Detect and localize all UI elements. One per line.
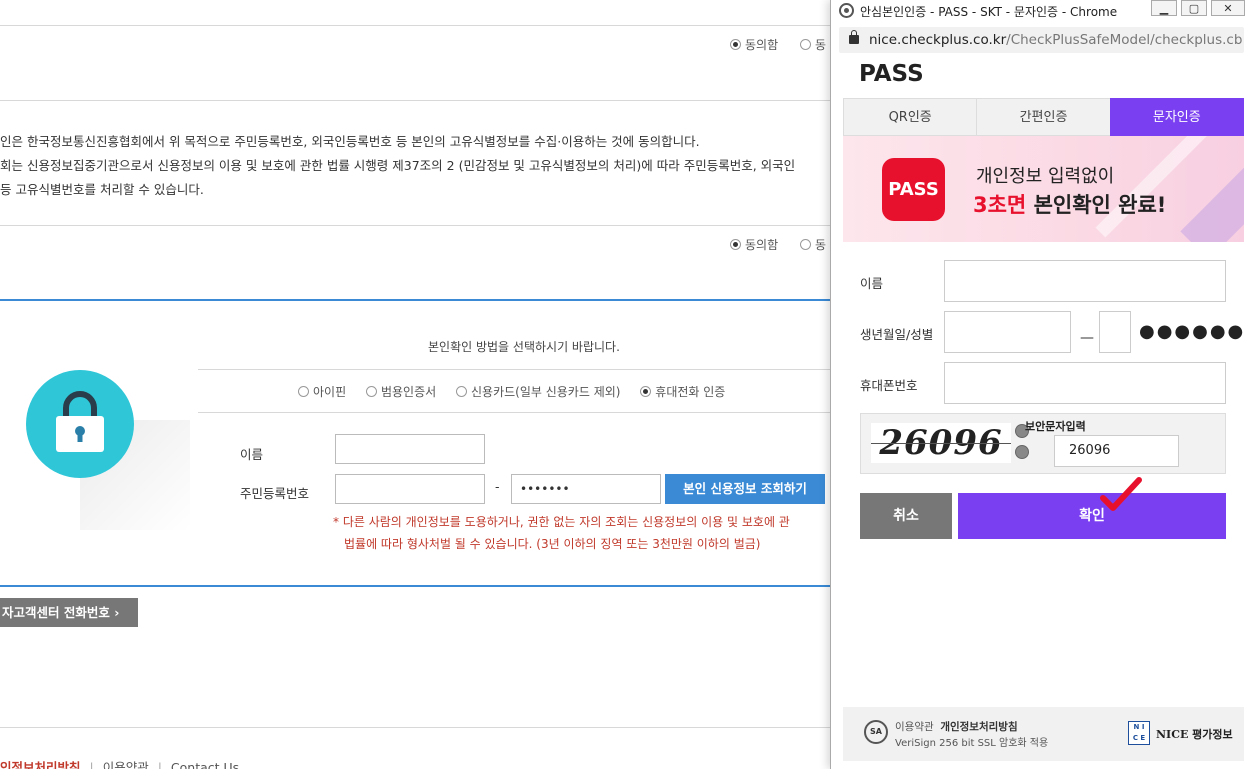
captcha-image: 26096 (871, 423, 1011, 463)
radio-icon (730, 39, 741, 50)
rrn-dash: - (495, 479, 500, 494)
divider (0, 100, 840, 101)
radio-icon (640, 386, 652, 397)
radio-icon (730, 239, 741, 250)
lock-icon (26, 370, 134, 478)
auth-tabs: QR인증 간편인증 문자인증 (843, 98, 1244, 136)
pass-logo: PASS (859, 61, 924, 87)
footer-privacy-link[interactable]: 인정보처리방침 (0, 760, 81, 769)
radio-icon (365, 386, 377, 397)
consent-text: 인은 한국정보통신진흥협회에서 위 목적으로 주민등록번호, 외국인등록번호 등… (0, 134, 796, 197)
footer-contact-link[interactable]: Contact Us (171, 760, 239, 769)
radio-icon (455, 386, 467, 397)
tab-simple[interactable]: 간편인증 (976, 98, 1110, 136)
agree-radio-1[interactable]: 동의함 동 (730, 36, 826, 53)
tab-sms[interactable]: 문자인증 (1109, 98, 1244, 136)
title-bar: 안심본인인증 - PASS - SKT - 문자인증 - Chrome ▁ ▢ … (831, 0, 1247, 22)
name-input[interactable] (335, 434, 485, 464)
radio-icon[interactable] (799, 39, 811, 50)
rrn-label: 주민등록번호 (240, 486, 310, 501)
birth-dash: — (1080, 330, 1094, 346)
footer-terms-link[interactable]: 이용약관 (103, 760, 149, 769)
minimize-button[interactable]: ▁ (1151, 0, 1177, 16)
popup-name-input[interactable] (944, 260, 1226, 302)
tab-qr[interactable]: QR인증 (843, 98, 977, 136)
close-button[interactable]: ✕ (1211, 0, 1245, 16)
captcha-input[interactable]: 26096 (1054, 435, 1179, 467)
nice-logo-icon: N IC E (1128, 721, 1150, 745)
method-options: 아이핀 범용인증서 신용카드(일부 신용카드 제외) 휴대전화 인증 (298, 383, 741, 400)
divider (0, 727, 840, 728)
ssl-note: VeriSign 256 bit SSL 암호화 적용 (895, 738, 1049, 749)
terms-link[interactable]: 이용약관 (895, 721, 934, 733)
divider (0, 25, 840, 26)
rrn-front-input[interactable] (335, 474, 485, 504)
nice-brand: NICE 평가정보 (1156, 728, 1233, 741)
radio-icon[interactable] (799, 239, 811, 250)
masked-digits: ●●●●●● (1139, 321, 1246, 342)
method-title: 본인확인 방법을 선택하시기 바랍니다. (428, 340, 620, 354)
method-cert[interactable]: 범용인증서 (365, 385, 436, 399)
divider (198, 412, 840, 413)
phone-input[interactable] (944, 362, 1226, 404)
audio-icon[interactable] (1015, 445, 1029, 459)
method-ipin[interactable]: 아이핀 (298, 385, 346, 399)
pass-app-icon: PASS (882, 158, 945, 221)
section-divider (0, 585, 840, 587)
warning-text: * 다른 사람의 개인정보를 도용하거나, 권한 없는 자의 조회는 신용정보의… (333, 515, 790, 551)
section-divider (0, 299, 840, 301)
phone-label: 휴대폰번호 (860, 378, 918, 393)
lock-icon (849, 30, 859, 44)
rrn-back-input[interactable]: ••••••• (511, 474, 661, 504)
privacy-link[interactable]: 개인정보처리방침 (940, 721, 1017, 733)
method-card[interactable]: 신용카드(일부 신용카드 제외) (455, 385, 620, 399)
radio-icon (298, 386, 309, 397)
banner-line2: 3초면 본인확인 완료! (973, 193, 1167, 217)
chrome-icon (839, 3, 854, 18)
address-bar[interactable]: nice.checkplus.co.kr/CheckPlusSafeModel/… (839, 27, 1244, 53)
captcha-input-label: 보안문자입력 (1025, 420, 1086, 433)
sa-seal-icon: SA (864, 720, 888, 744)
padlock-icon (56, 391, 104, 452)
footer-links: 인정보처리방침 | 이용약관 | Contact Us (0, 757, 239, 769)
maximize-button[interactable]: ▢ (1181, 0, 1207, 16)
popup-footer: SA 이용약관 개인정보처리방침 VeriSign 256 bit SSL 암호… (843, 707, 1244, 761)
popup-name-label: 이름 (860, 276, 884, 291)
call-center-button[interactable]: 자고객센터 전화번호 › (0, 598, 138, 627)
name-label: 이름 (240, 447, 264, 462)
divider (198, 369, 840, 370)
credit-check-button[interactable]: 본인 신용정보 조회하기 (665, 474, 825, 504)
gender-digit-input[interactable] (1099, 311, 1131, 353)
divider (0, 225, 840, 226)
cancel-button[interactable]: 취소 (860, 493, 952, 539)
background-page: 동의함 동 인은 한국정보통신진흥협회에서 위 목적으로 주민등록번호, 외국인… (0, 0, 840, 769)
checkmark-icon (1100, 477, 1142, 511)
confirm-button[interactable]: 확인 (958, 493, 1226, 539)
popup-window: 안심본인인증 - PASS - SKT - 문자인증 - Chrome ▁ ▢ … (830, 0, 1247, 769)
birth-label: 생년월일/성별 (860, 327, 934, 342)
promo-banner[interactable]: PASS 개인정보 입력없이 3초면 본인확인 완료! (843, 136, 1244, 242)
method-phone[interactable]: 휴대전화 인증 (640, 385, 725, 399)
birthdate-input[interactable] (944, 311, 1071, 353)
agree-radio-2[interactable]: 동의함 동 (730, 236, 826, 253)
banner-line1: 개인정보 입력없이 (976, 166, 1115, 187)
window-title: 안심본인인증 - PASS - SKT - 문자인증 - Chrome (860, 5, 1118, 19)
